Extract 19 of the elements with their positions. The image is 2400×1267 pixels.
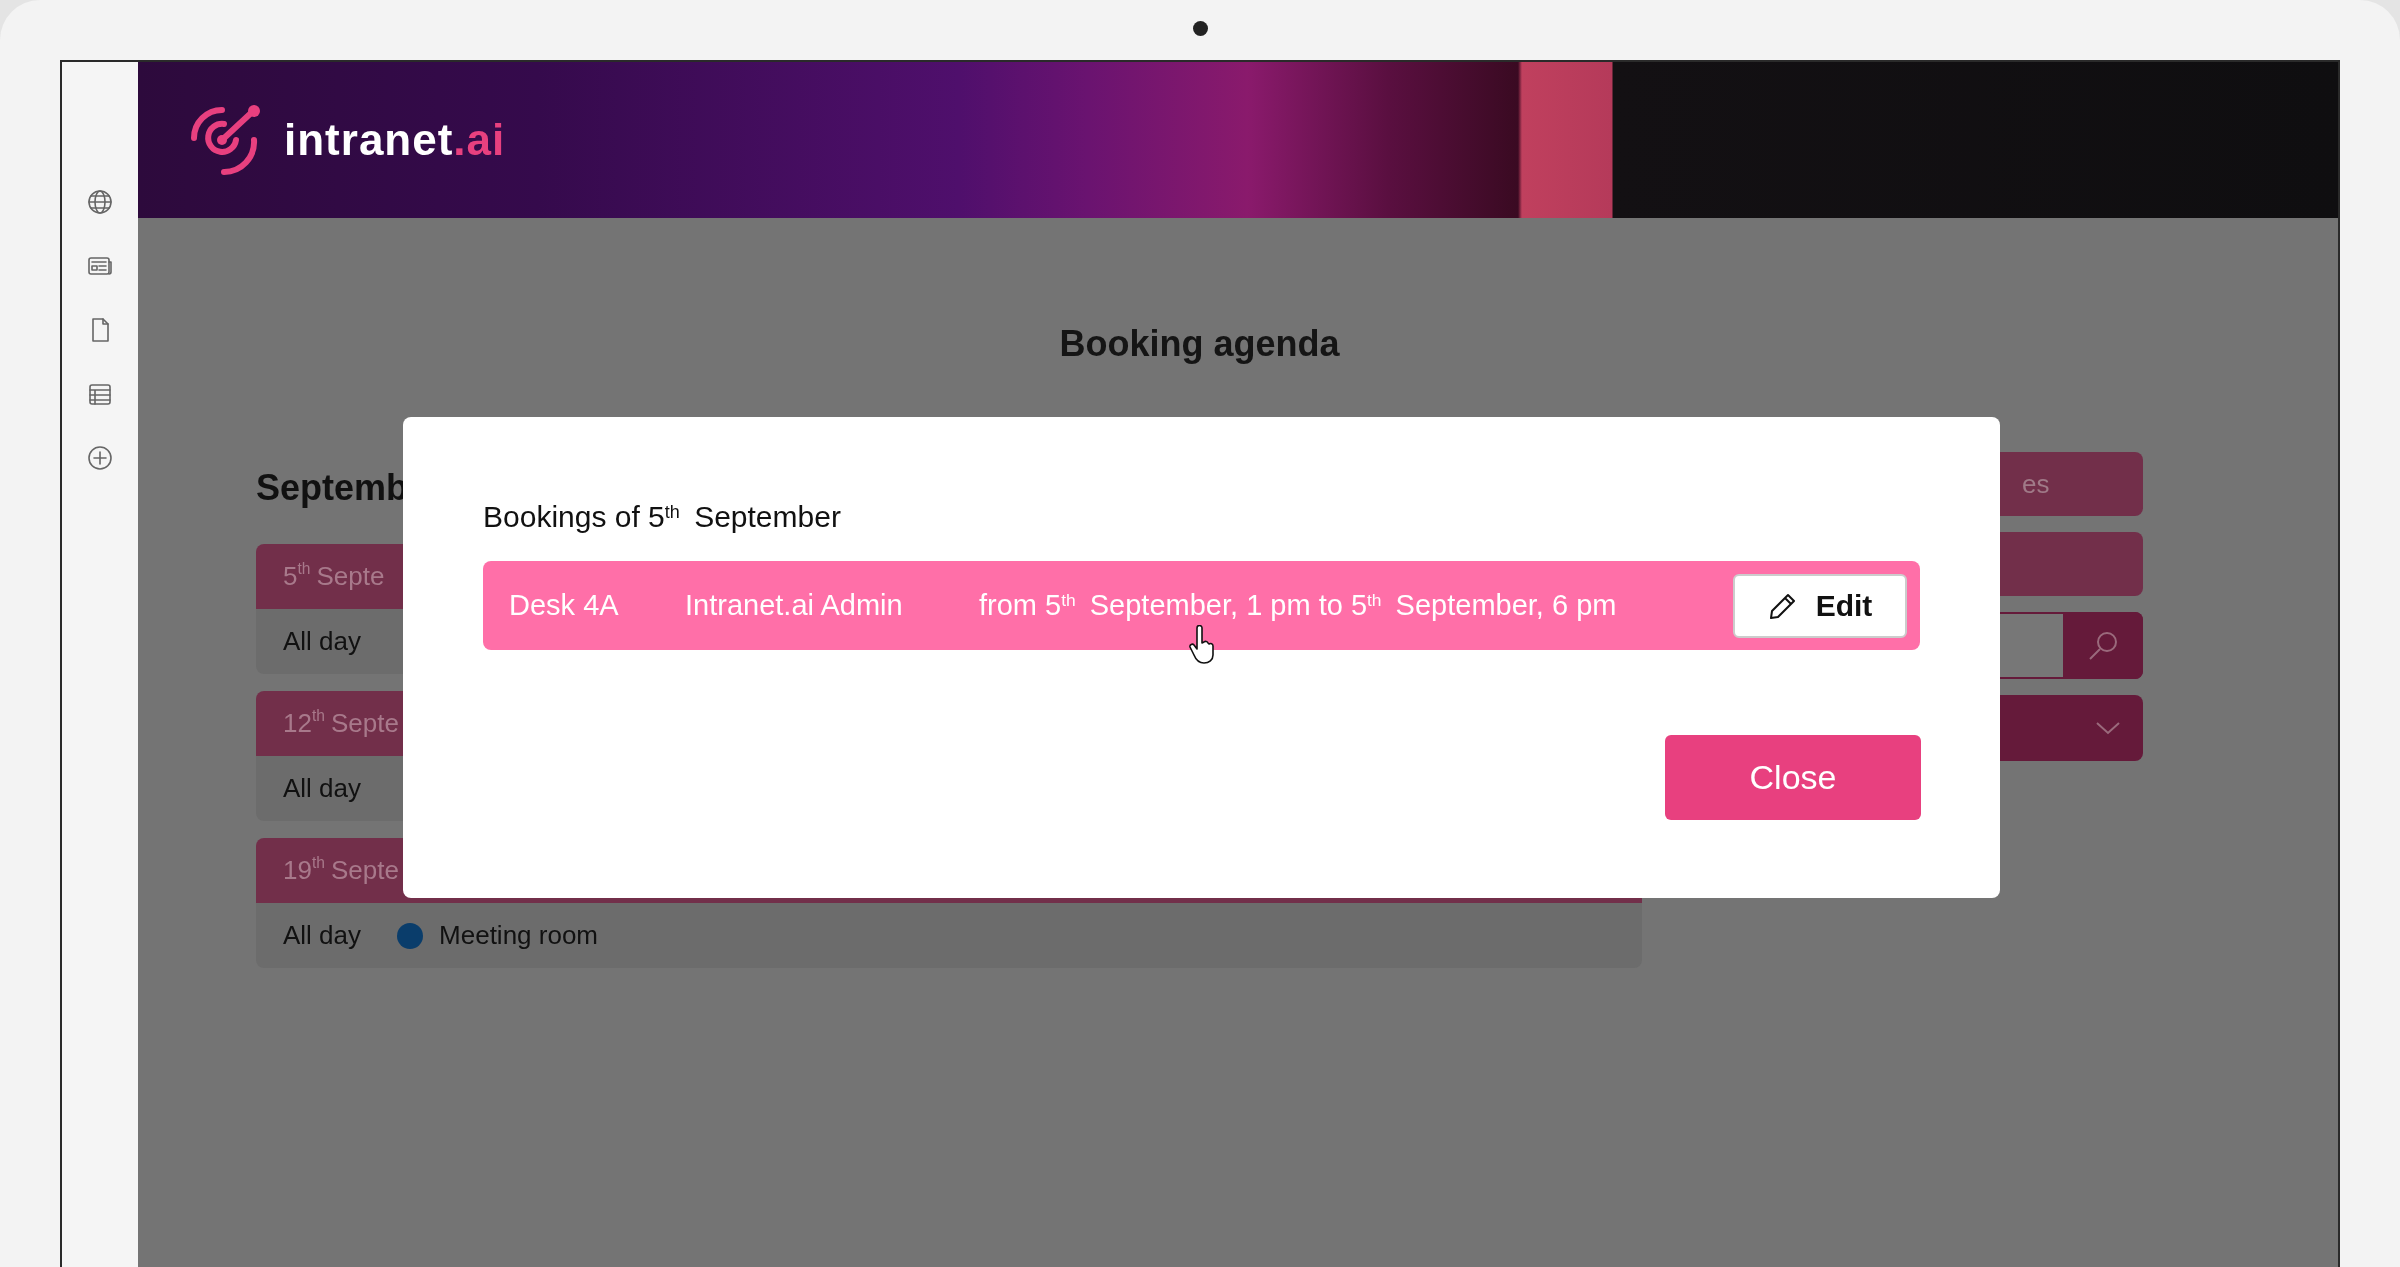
time-label: All day	[283, 772, 362, 805]
edit-button[interactable]: Edit	[1733, 573, 1907, 638]
page-title: Booking agenda	[1058, 322, 1341, 366]
close-button[interactable]: Close	[1665, 735, 1921, 820]
chevron-down-icon	[2095, 720, 2121, 736]
camera-dot	[1193, 21, 1208, 36]
month-heading: Septemb	[256, 466, 409, 510]
user-text: Intranet.ai Admin	[685, 587, 904, 623]
period-text: from 5$^{th}$ September, 1 pm to 5$^{th}$ September, 6 pm	[979, 587, 1618, 623]
globe-icon[interactable]	[86, 188, 114, 216]
time-label: All day	[283, 919, 362, 952]
booking-row[interactable]: Desk 4A Intranet.ai Admin from 5$^{th}$ September, 1 pm to 5$^{th}$ September, 6 pm Edit	[483, 561, 1920, 650]
resource-text: Desk 4A	[509, 587, 620, 623]
time-label: All day	[283, 625, 362, 658]
logo-text: intranet.ai	[284, 114, 506, 166]
resource-label: Meeting room	[439, 919, 598, 952]
plus-circle-icon[interactable]	[86, 444, 114, 472]
hand-cursor-icon	[1189, 625, 1215, 665]
modal-title: Bookings of 5$^{th}$ September	[483, 499, 842, 535]
